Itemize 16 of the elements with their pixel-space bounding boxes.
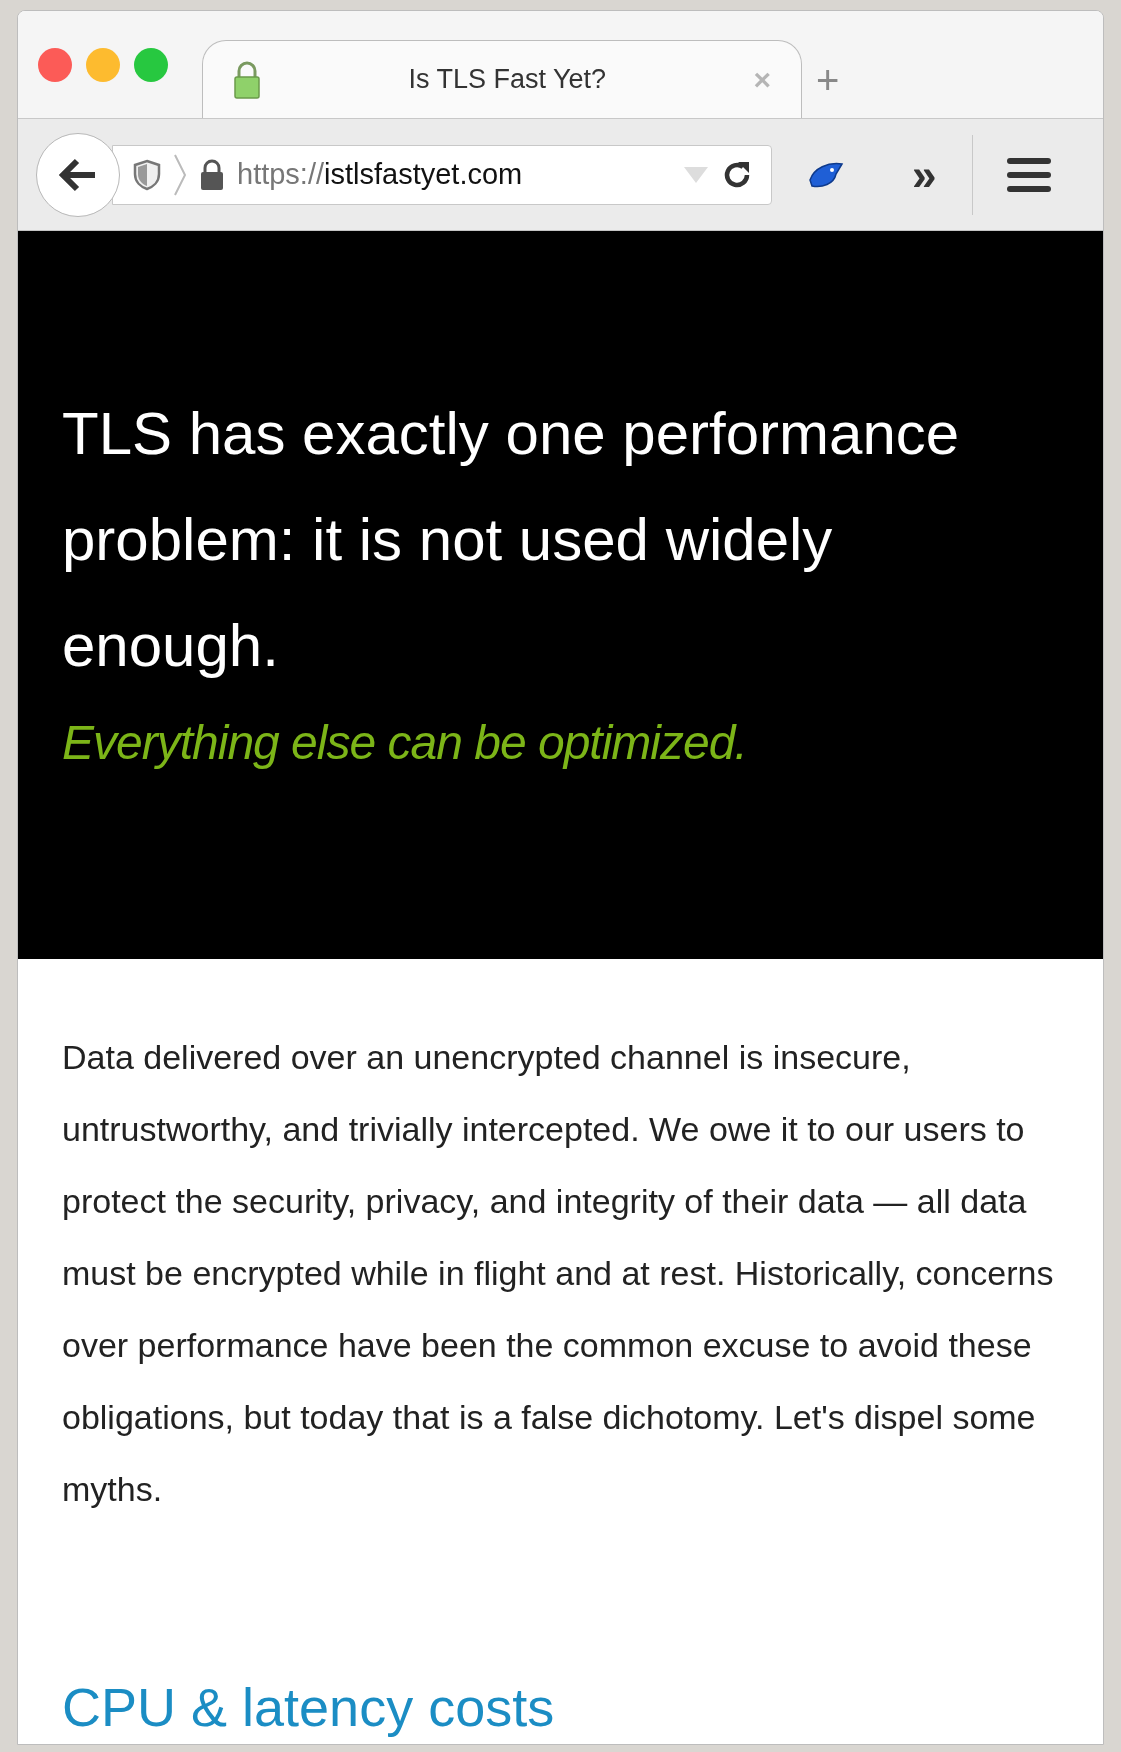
hero-heading: TLS has exactly one performance problem: it is not used widely enough. — [62, 399, 961, 681]
overflow-button[interactable]: » — [912, 152, 937, 197]
url-text: https://istlsfastyet.com — [237, 156, 524, 192]
padlock-icon — [233, 59, 261, 100]
shield-icon — [133, 158, 161, 191]
arrow-left-icon — [59, 157, 97, 192]
intro-paragraph: Data delivered over an unencrypted channel is insecure, untrustworthy, and trivially intercepted. We owe it to our users to protect the security, privacy, and integrity of their data — all data must be encrypted while in flight and at rest. Historically, concerns over performance have been the common excuse to avoid these obligations, but today that is a false dichotomy. Let's dispel some myths. — [62, 1037, 1055, 1510]
close-window-icon[interactable] — [38, 48, 72, 82]
browser-tab[interactable]: Is TLS Fast Yet? × — [202, 40, 802, 118]
tab-title: Is TLS Fast Yet? — [407, 63, 608, 97]
menu-button[interactable] — [1007, 157, 1052, 192]
padlock-icon — [199, 158, 225, 191]
address-bar[interactable]: https://istlsfastyet.com — [112, 144, 772, 205]
hero-tagline: Everything else can be optimized. — [62, 715, 747, 771]
chevron-icon — [173, 152, 187, 197]
section-heading: CPU & latency costs — [62, 1676, 555, 1739]
